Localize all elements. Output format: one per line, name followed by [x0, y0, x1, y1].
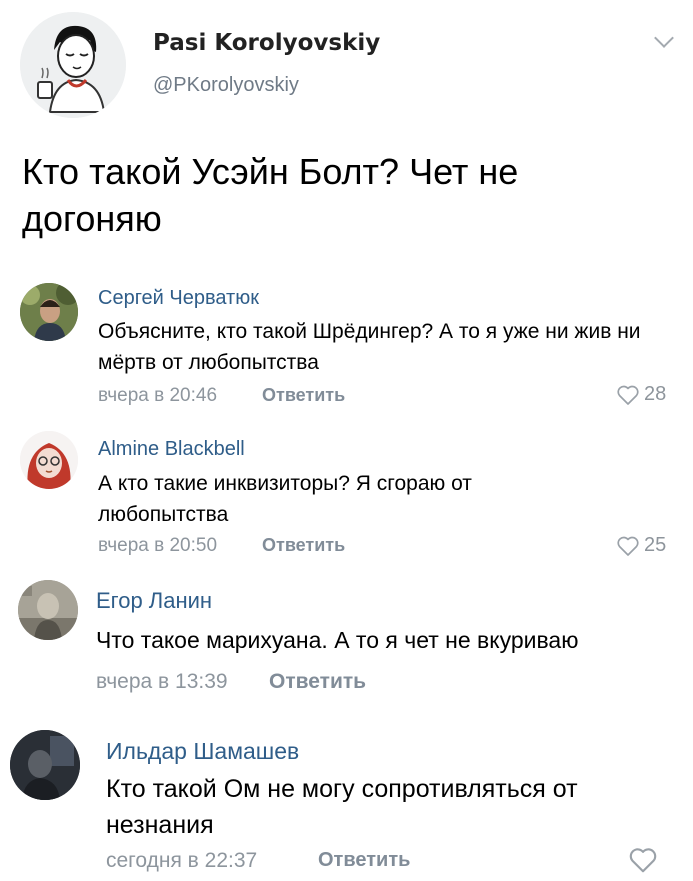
comment-timestamp: вчера в 13:39	[96, 670, 228, 693]
drawn-avatar-image	[20, 431, 78, 489]
comment-text: Объясните, кто такой Шрёдингер? А то я у…	[98, 320, 641, 374]
comment-timestamp: вчера в 20:46	[98, 385, 218, 406]
comment-avatar[interactable]	[18, 580, 78, 640]
post-text: Кто такой Усэйн Болт? Чет не догоняю	[22, 151, 519, 239]
like-button[interactable]: 28	[616, 383, 666, 406]
heart-outline-icon	[617, 536, 639, 556]
comment-avatar[interactable]	[20, 431, 78, 489]
post-menu-button[interactable]	[652, 26, 676, 50]
chevron-down-icon	[654, 28, 674, 48]
comment-author-name[interactable]: Егор Ланин	[96, 588, 212, 614]
post-author-avatar[interactable]	[20, 12, 126, 118]
comment-timestamp: сегодня в 22:37	[106, 849, 258, 872]
comment-author-name[interactable]: Almine Blackbell	[98, 438, 245, 461]
comment-author-name[interactable]: Сергей Черватюк	[98, 287, 259, 310]
comment-author-name[interactable]: Ильдар Шамашев	[106, 738, 299, 765]
comment-timestamp: вчера в 20:50	[98, 535, 218, 556]
reply-button[interactable]: Ответить	[262, 535, 345, 556]
reply-button[interactable]: Ответить	[318, 849, 410, 872]
comment-text: А кто такие инквизиторы? Я сгораю от люб…	[98, 472, 472, 526]
like-button[interactable]	[628, 846, 658, 874]
like-count: 28	[644, 383, 667, 405]
post-author-name[interactable]: Pasi Korolyovskiy	[153, 30, 380, 56]
heart-outline-icon	[629, 848, 657, 873]
like-count: 25	[644, 534, 667, 556]
comment-avatar[interactable]	[20, 283, 78, 341]
sketch-avatar-image	[20, 12, 126, 118]
photo-avatar-image	[10, 730, 80, 800]
comment-text: Что такое марихуана. А то я чет не вкури…	[96, 627, 579, 653]
like-button[interactable]: 25	[616, 534, 666, 557]
post-author-handle[interactable]: @PKorolyovskiy	[153, 74, 299, 97]
reply-button[interactable]: Ответить	[262, 385, 345, 406]
heart-outline-icon	[617, 385, 639, 405]
comment-avatar[interactable]	[10, 730, 80, 800]
photo-avatar-image	[18, 580, 78, 640]
photo-avatar-image	[20, 283, 78, 341]
reply-button[interactable]: Ответить	[269, 670, 366, 694]
comment-text: Кто такой Ом не могу сопротивляться от н…	[106, 775, 578, 839]
